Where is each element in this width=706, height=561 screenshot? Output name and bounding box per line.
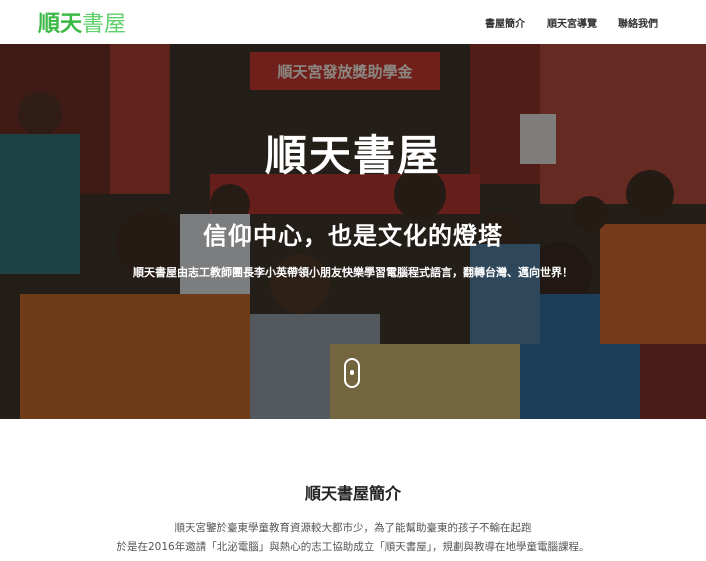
nav-link-contact[interactable]: 聯絡我們 — [618, 15, 658, 30]
site-logo[interactable]: 順天書屋 — [38, 6, 126, 38]
intro-paragraph-line-1: 順天宮鑒於臺東學童教育資源較大都市少，為了能幫助臺東的孩子不輸在起跑 — [174, 522, 532, 534]
intro-paragraph-line-2: 於是在2016年邀請「北泌電腦」與熱心的志工協助成立「順天書屋」，規劃與教導在地… — [116, 541, 590, 553]
logo-light-text: 書屋 — [82, 12, 127, 37]
intro-section-title: 順天書屋簡介 — [304, 484, 401, 503]
logo-strong-text: 順天 — [38, 12, 83, 37]
nav-link-about[interactable]: 書屋簡介 — [485, 15, 525, 30]
scroll-dot-icon — [350, 370, 354, 375]
scroll-down-indicator[interactable] — [344, 358, 360, 388]
hero-subtitle: 信仰中心，也是文化的燈塔 — [203, 222, 503, 250]
nav-link-temple-tour[interactable]: 順天宮導覽 — [547, 15, 597, 30]
hero-description: 順天書屋由志工教師團長李小英帶領小朋友快樂學習電腦程式語言，翻轉台灣、邁向世界！ — [133, 266, 573, 279]
hero-title: 順天書屋 — [264, 131, 441, 180]
hero-section: 順天宮發放獎助學金 順天書屋 信仰中心，也是文化的燈塔 順天書屋由志工教師團長李… — [0, 44, 706, 419]
top-navbar: 順天書屋 書屋簡介 順天宮導覽 聯絡我們 — [0, 0, 706, 44]
